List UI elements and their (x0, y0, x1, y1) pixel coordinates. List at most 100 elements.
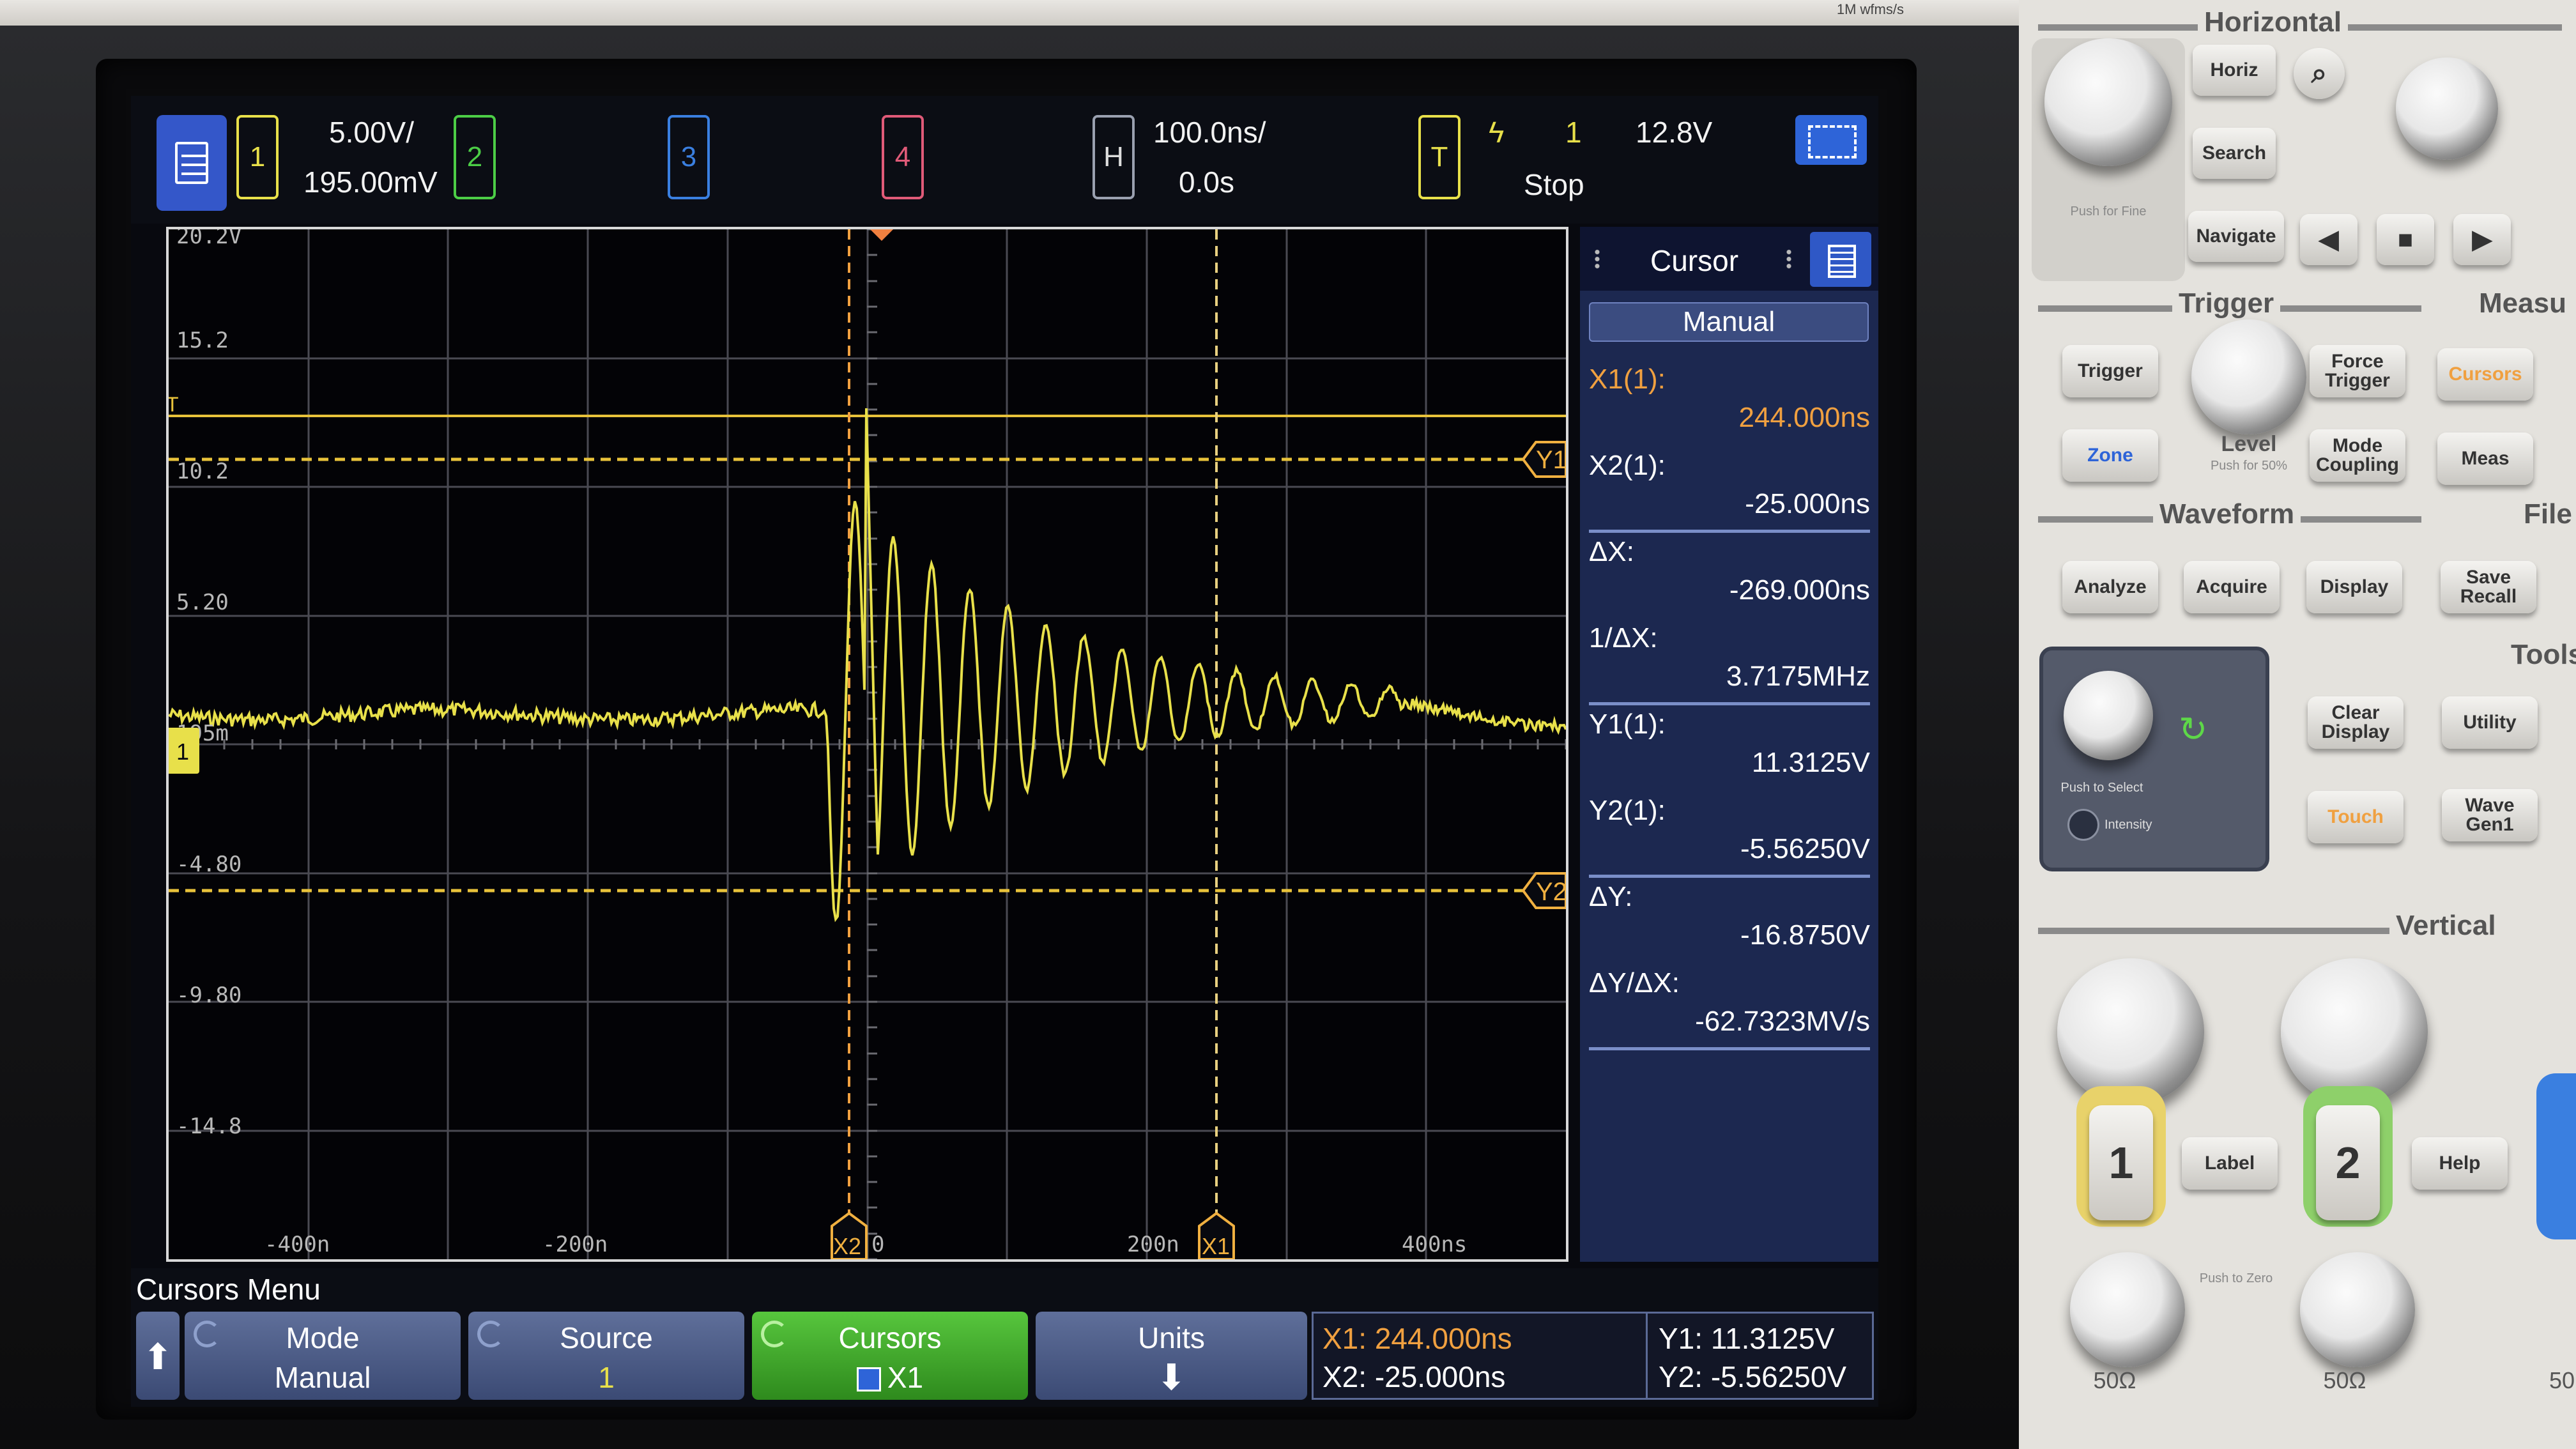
bezel-top: 1M wfms/s (0, 0, 2019, 26)
channel-3-box[interactable]: 3 (668, 115, 710, 199)
arrow-up-icon: ⬆ (142, 1337, 173, 1377)
entry-indicator-icon: ↻ (2179, 710, 2208, 749)
menu-up-button[interactable]: ⬆ (136, 1312, 180, 1400)
section-file: File (2517, 498, 2576, 530)
acquire-button[interactable]: Acquire (2184, 561, 2280, 613)
x2-marker-label: X2 (833, 1233, 861, 1259)
readout-label: ΔY/ΔX: (1589, 967, 1680, 999)
horiz-button[interactable]: Horiz (2193, 45, 2276, 96)
intensity-label: Intensity (2104, 818, 2152, 832)
cursors-button[interactable]: Cursors (2437, 348, 2533, 401)
drag-handle-icon[interactable] (1784, 249, 1793, 270)
channel-1-position-knob[interactable] (2070, 1252, 2185, 1367)
horizontal-position-knob[interactable] (2396, 57, 2498, 160)
zoom-select-icon[interactable] (1795, 115, 1867, 165)
meas-button[interactable]: Meas (2437, 433, 2533, 485)
channel-4-box[interactable]: 4 (882, 115, 924, 199)
label-button[interactable]: Label (2182, 1137, 2278, 1190)
nav-back-icon[interactable]: ◀ (2300, 214, 2358, 265)
mode-coupling-button[interactable]: Mode Coupling (2310, 429, 2405, 482)
channel-1-scale-knob[interactable] (2057, 958, 2204, 1105)
horizontal-scale-knob[interactable] (2044, 38, 2172, 166)
analyze-button[interactable]: Analyze (2062, 561, 2158, 613)
clear-display-button[interactable]: Clear Display (2308, 696, 2404, 749)
trigger-button[interactable]: Trigger (2062, 345, 2158, 397)
y-tick-label: 5.20 (176, 590, 229, 615)
source-softkey[interactable]: Source 1 (468, 1312, 744, 1400)
readout-value: -5.56250V (1740, 833, 1870, 864)
cursor-readout-row: X1(1): 244.000ns (1589, 361, 1870, 447)
utility-button[interactable]: Utility (2442, 696, 2538, 749)
navigate-button[interactable]: Navigate (2188, 211, 2284, 262)
waveform-svg: 20.2V 15.2 10.2 5.20 195m -4.80 -9.80 -1… (169, 229, 1566, 1259)
trigger-box[interactable]: T (1418, 115, 1460, 199)
zoom-search-icon[interactable]: ⌕ (2294, 48, 2345, 99)
drag-handle-icon[interactable] (1593, 249, 1602, 270)
readout-value: -269.000ns (1729, 574, 1870, 606)
nav-stop-icon[interactable]: ■ (2377, 214, 2434, 265)
push-to-zero-label: Push to Zero (2199, 1271, 2273, 1285)
display-button[interactable]: Display (2306, 561, 2402, 613)
timebase-value: 100.0ns/ (1153, 116, 1266, 149)
channel-3-color-band (2536, 1073, 2576, 1239)
cursor-panel-header: Cursor (1580, 227, 1878, 291)
y-tick-label: 20.2V (176, 229, 241, 249)
force-trigger-button[interactable]: Force Trigger (2310, 345, 2405, 397)
x-tick-label: -200n (542, 1232, 608, 1257)
readout-separator (1589, 875, 1870, 878)
zone-button[interactable]: Zone (2062, 429, 2158, 482)
channel-2-position-knob[interactable] (2300, 1252, 2415, 1367)
readout-label: Y1(1): (1589, 709, 1666, 740)
section-horizontal: Horizontal (2198, 6, 2349, 38)
y-tick-label: -14.8 (176, 1114, 241, 1139)
bezel-brand-text: 1M wfms/s (1836, 1, 1904, 17)
channel-2-box[interactable]: 2 (454, 115, 496, 199)
mode-softkey[interactable]: Mode Manual (185, 1312, 461, 1400)
entry-knob[interactable] (2064, 671, 2153, 760)
cursor-readout-row: 1/ΔX: 3.7175MHz (1589, 620, 1870, 705)
intensity-button[interactable] (2067, 809, 2099, 841)
main-menu-button[interactable] (157, 115, 227, 211)
y-tick-label: -9.80 (176, 983, 241, 1008)
run-state: Stop (1524, 168, 1584, 201)
section-trigger: Trigger (2172, 288, 2281, 319)
help-button[interactable]: Help (2412, 1137, 2508, 1190)
section-waveform: Waveform (2153, 498, 2301, 530)
channel-1-box[interactable]: 1 (236, 115, 279, 199)
channel-2-impedance: 50Ω (2323, 1367, 2366, 1393)
source-softkey-label: Source (560, 1321, 653, 1354)
panel-menu-icon[interactable] (1810, 232, 1871, 287)
touch-button[interactable]: Touch (2308, 791, 2404, 843)
mode-softkey-label: Mode (286, 1321, 360, 1354)
delay-value: 0.0s (1179, 165, 1234, 199)
channel-1-key[interactable]: 1 (2089, 1105, 2153, 1220)
status-bar: 1 5.00V/ 195.00mV 2 3 4 H 100.0ns/ 0.0s … (131, 96, 1878, 224)
channel-3-impedance: 50 (2549, 1367, 2575, 1393)
cursor-readout-row: Y1(1): 11.3125V (1589, 706, 1870, 792)
readout-value: 244.000ns (1738, 402, 1870, 433)
menu-icon (175, 142, 208, 184)
save-recall-button[interactable]: Save Recall (2441, 561, 2536, 613)
cursors-softkey[interactable]: Cursors X1 (752, 1312, 1028, 1400)
ground-marker-label: 1 (176, 739, 189, 765)
x-tick-label: -400n (264, 1232, 330, 1257)
readout-label: Y2(1): (1589, 795, 1666, 826)
nav-forward-icon[interactable]: ▶ (2453, 214, 2511, 265)
cursor-panel-title: Cursor (1650, 244, 1739, 277)
wave-gen-button[interactable]: Wave Gen1 (2442, 789, 2538, 841)
trigger-level-knob[interactable] (2191, 319, 2306, 434)
search-button[interactable]: Search (2193, 128, 2276, 179)
front-panel: Horizontal Push for Fine Horiz ⌕ Search … (2019, 0, 2576, 1449)
channel-2-key[interactable]: 2 (2316, 1105, 2380, 1220)
channel-2-scale-knob[interactable] (2281, 958, 2428, 1105)
horizontal-box[interactable]: H (1092, 115, 1135, 199)
readout-label: ΔY: (1589, 881, 1633, 912)
readout-value: -16.8750V (1740, 919, 1870, 951)
trigger-level-marker: T (169, 393, 179, 416)
level-label: Level (2221, 432, 2277, 456)
waveform-graticule[interactable]: 20.2V 15.2 10.2 5.20 195m -4.80 -9.80 -1… (166, 227, 1568, 1262)
channel-1-offset: 195.00mV (303, 165, 438, 199)
x-tick-label: 200n (1127, 1232, 1179, 1257)
readout-separator (1589, 702, 1870, 705)
units-softkey[interactable]: Units ⬇ (1036, 1312, 1307, 1400)
